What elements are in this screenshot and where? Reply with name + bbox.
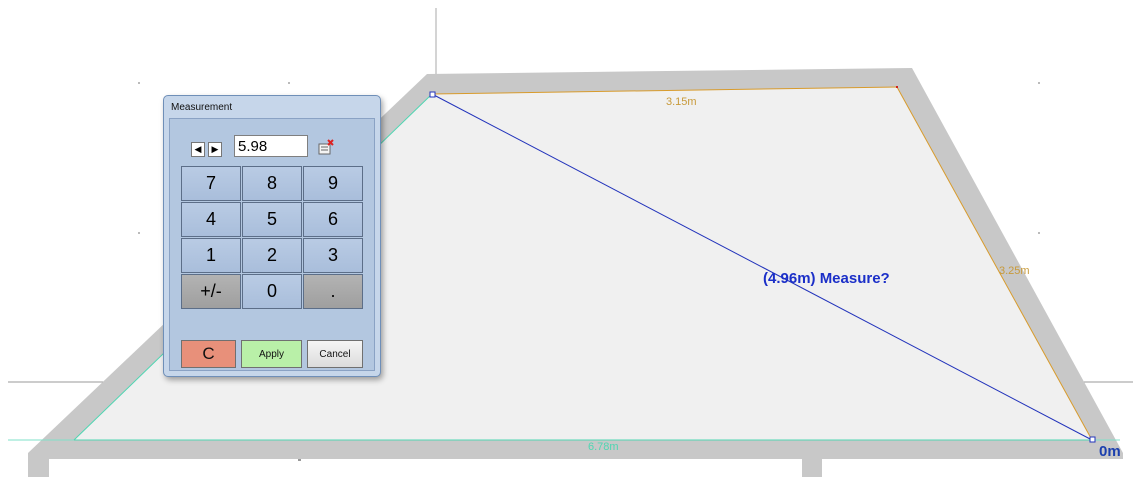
key-1[interactable]: 1 bbox=[181, 238, 241, 273]
adjacent-room-right bbox=[822, 459, 1133, 477]
dialog-title: Measurement bbox=[171, 102, 233, 113]
dimension-right-label: 3.25m bbox=[999, 265, 1030, 277]
key-0[interactable]: 0 bbox=[242, 274, 302, 309]
vertex-handle-end[interactable] bbox=[1089, 436, 1096, 443]
cancel-button[interactable]: Cancel bbox=[307, 340, 363, 368]
key-6[interactable]: 6 bbox=[303, 202, 363, 237]
key-4[interactable]: 4 bbox=[181, 202, 241, 237]
measurement-value-input[interactable] bbox=[234, 135, 308, 157]
key-9[interactable]: 9 bbox=[303, 166, 363, 201]
measurement-dialog: Measurement ◀ ▶ 7 8 9 4 5 6 1 2 3 +/- 0 … bbox=[163, 95, 381, 377]
apply-button[interactable]: Apply bbox=[241, 340, 302, 368]
dimension-bottom-label: 6.78m bbox=[588, 441, 619, 453]
key-plus-minus[interactable]: +/- bbox=[181, 274, 241, 309]
vertex-handle-start[interactable] bbox=[429, 91, 436, 98]
key-2[interactable]: 2 bbox=[242, 238, 302, 273]
measure-prompt[interactable]: (4.96m) Measure? bbox=[763, 270, 890, 287]
wall-marker bbox=[298, 459, 301, 461]
dimension-top-label: 3.15m bbox=[666, 96, 697, 108]
key-3[interactable]: 3 bbox=[303, 238, 363, 273]
clear-field-icon[interactable] bbox=[318, 139, 334, 155]
key-decimal[interactable]: . bbox=[303, 274, 363, 309]
dialog-body: ◀ ▶ 7 8 9 4 5 6 1 2 3 +/- 0 . C Apply Ca… bbox=[169, 118, 375, 371]
arrow-right-icon[interactable]: ▶ bbox=[208, 142, 222, 157]
key-8[interactable]: 8 bbox=[242, 166, 302, 201]
key-7[interactable]: 7 bbox=[181, 166, 241, 201]
adjacent-room-left bbox=[49, 459, 802, 477]
key-5[interactable]: 5 bbox=[242, 202, 302, 237]
vertex-marker-top-right[interactable] bbox=[896, 86, 898, 88]
zero-label: 0m bbox=[1099, 443, 1121, 460]
clear-button[interactable]: C bbox=[181, 340, 236, 368]
arrow-left-icon[interactable]: ◀ bbox=[191, 142, 205, 157]
